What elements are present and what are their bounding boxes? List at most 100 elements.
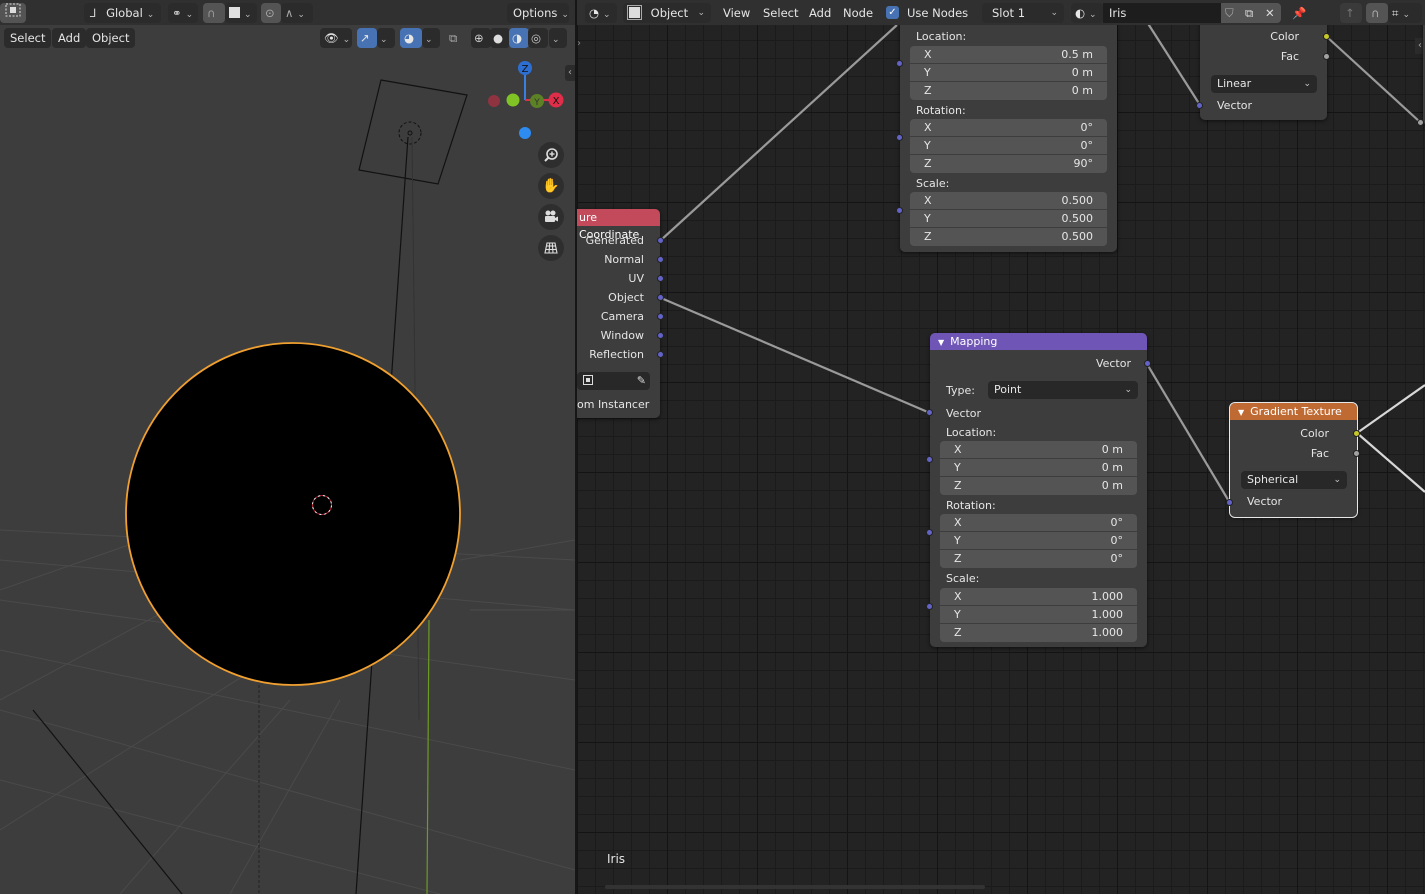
pin-icon[interactable]: 📌 — [1288, 3, 1310, 23]
duplicate-material-icon[interactable]: ⧉ — [1241, 3, 1261, 23]
socket-vector-input[interactable] — [1226, 499, 1233, 506]
camera-view-icon[interactable] — [538, 204, 564, 230]
proportional-editing-icon[interactable]: ⊙ — [261, 3, 281, 23]
menu-add[interactable]: Add — [52, 28, 87, 48]
socket-reflection[interactable] — [657, 351, 664, 358]
socket-offscreen-input[interactable] — [1417, 119, 1424, 126]
socket-normal[interactable] — [657, 256, 664, 263]
socket-location-input[interactable] — [896, 60, 903, 67]
rotation-x-field[interactable]: X 0° — [940, 514, 1137, 532]
parent-node-tree-icon[interactable]: ↑ — [1340, 3, 1362, 23]
socket-uv[interactable] — [657, 275, 664, 282]
shader-node-editor[interactable]: › ‹ ure Coordinate Generated Normal UV O… — [577, 0, 1425, 894]
socket-rotation-input[interactable] — [896, 134, 903, 141]
material-name-field[interactable]: Iris — [1103, 3, 1221, 23]
overlays-dropdown[interactable]: ⌄ — [422, 28, 440, 48]
xray-toggle-icon[interactable]: ⧉ — [446, 28, 466, 48]
location-x-field[interactable]: X 0.5 m — [910, 46, 1107, 64]
material-shading-icon[interactable]: ◑ — [509, 28, 529, 48]
menu-select[interactable]: Select — [4, 28, 52, 48]
socket-location-input[interactable] — [926, 456, 933, 463]
socket-camera[interactable] — [657, 313, 664, 320]
snap-target-dropdown[interactable]: ⌄ — [225, 3, 257, 23]
unlink-material-close-icon[interactable]: ✕ — [1261, 3, 1281, 23]
toolbar-toggle-icon[interactable]: › — [577, 38, 587, 54]
gizmo-dropdown[interactable]: ⌄ — [377, 28, 395, 48]
zoom-icon[interactable] — [538, 142, 564, 168]
from-instancer-checkbox-label[interactable]: om Instancer — [577, 398, 649, 411]
overlays-toggle-icon[interactable]: ◕ — [400, 28, 422, 48]
slot-dropdown[interactable]: Slot 1 ⌄ — [982, 3, 1064, 23]
socket-vector-output[interactable] — [1144, 360, 1151, 367]
eyedropper-icon[interactable]: ✎ — [637, 372, 646, 390]
location-z-field[interactable]: Z0 m — [940, 477, 1137, 495]
scale-y-field[interactable]: Y 1.000 — [940, 606, 1137, 624]
gradient-type-dropdown[interactable]: Spherical ⌄ — [1241, 471, 1347, 489]
socket-fac-output[interactable] — [1353, 450, 1360, 457]
pivot-point-dropdown[interactable]: ⚭ ⌄ — [168, 3, 198, 23]
shader-type-dropdown[interactable]: Object ⌄ — [623, 3, 711, 23]
socket-rotation-input[interactable] — [926, 529, 933, 536]
location-z-field[interactable]: Z0 m — [910, 82, 1107, 100]
socket-window[interactable] — [657, 332, 664, 339]
browse-material-dropdown[interactable]: ◐ ⌄ — [1071, 3, 1103, 23]
area-divider[interactable] — [575, 0, 577, 894]
shader-editor-icon: ◔ — [589, 6, 600, 20]
menu-select[interactable]: Select — [757, 3, 804, 23]
socket-color-output[interactable] — [1323, 33, 1330, 40]
scale-y-field[interactable]: Y 0.500 — [910, 210, 1107, 228]
fake-user-shield-icon[interactable]: ⛉ — [1221, 3, 1241, 23]
rendered-shading-icon[interactable]: ◎ — [528, 28, 548, 48]
mapping-type-dropdown[interactable]: Point ⌄ — [988, 381, 1138, 399]
socket-scale-input[interactable] — [896, 207, 903, 214]
scale-z-field[interactable]: Z 1.000 — [940, 624, 1137, 642]
options-dropdown[interactable]: Options ⌄ — [507, 3, 569, 23]
use-nodes-checkbox[interactable]: ✓ — [886, 6, 899, 19]
scale-x-field[interactable]: X 0.500 — [910, 192, 1107, 210]
object-picker-field[interactable]: ✎ — [577, 372, 650, 390]
ortho-grid-icon[interactable] — [538, 235, 564, 261]
gradient-type-dropdown[interactable]: Linear ⌄ — [1211, 75, 1317, 93]
visibility-dropdown[interactable]: 👁 ⌄ — [320, 28, 352, 48]
rotation-y-field[interactable]: Y 0° — [910, 137, 1107, 155]
texture-coordinate-node[interactable]: ure Coordinate Generated Normal UV Objec… — [577, 209, 660, 418]
rotation-z-field[interactable]: Z 0° — [940, 550, 1137, 568]
menu-object[interactable]: Object — [86, 28, 136, 48]
socket-object[interactable] — [657, 294, 664, 301]
snap-element-dropdown[interactable]: ⌗ ⌄ — [1388, 3, 1422, 23]
socket-vector-input[interactable] — [1196, 102, 1203, 109]
sidebar-toggle-icon[interactable]: ‹ — [565, 65, 575, 81]
3d-viewport[interactable]: Z X Y ✋ ‹ ⅃ Global ⌄ ⚭ ⌄ ∩ ⌄ ⊙ ∧ ⌄ Option — [0, 0, 575, 894]
snap-magnet-icon[interactable]: ∩ — [203, 3, 225, 23]
scale-x-field[interactable]: X 1.000 — [940, 588, 1137, 606]
transform-orientation-dropdown[interactable]: ⅃ Global ⌄ — [84, 3, 161, 23]
rotation-x-field[interactable]: X 0° — [910, 119, 1107, 137]
gradient-texture-node[interactable]: ▼ Gradient Texture Color Fac Spherical ⌄ V… — [1229, 402, 1358, 518]
falloff-dropdown[interactable]: ∧ ⌄ — [281, 3, 313, 23]
socket-fac-output[interactable] — [1323, 53, 1330, 60]
socket-scale-input[interactable] — [926, 603, 933, 610]
menu-node[interactable]: Node — [837, 3, 879, 23]
socket-generated[interactable] — [657, 237, 664, 244]
socket-color-output[interactable] — [1353, 430, 1360, 437]
editor-type-dropdown[interactable]: ◔ ⌄ — [585, 3, 617, 23]
select-box-icon[interactable] — [0, 3, 26, 23]
rotation-y-field[interactable]: Y 0° — [940, 532, 1137, 550]
mapping-node-top[interactable]: Location: X 0.5 m Y0 m Z0 m Rotation: X 0°… — [900, 0, 1117, 252]
solid-shading-icon[interactable]: ● — [490, 28, 510, 48]
shading-dropdown[interactable]: ⌄ — [549, 28, 567, 48]
rotation-z-field[interactable]: Z 90° — [910, 155, 1107, 173]
mapping-node[interactable]: ▼ Mapping Vector Type: Point ⌄ Vector Loca… — [930, 333, 1147, 647]
location-x-field[interactable]: X0 m — [940, 441, 1137, 459]
scale-z-field[interactable]: Z 0.500 — [910, 228, 1107, 246]
pan-hand-icon[interactable]: ✋ — [538, 173, 564, 199]
menu-add[interactable]: Add — [803, 3, 837, 23]
menu-view[interactable]: View — [717, 3, 756, 23]
location-y-field[interactable]: Y0 m — [940, 459, 1137, 477]
wireframe-shading-icon[interactable]: ⊕ — [471, 28, 491, 48]
horizontal-scrollbar[interactable] — [605, 885, 985, 889]
gizmo-toggle-icon[interactable]: ↗ — [357, 28, 377, 48]
snap-magnet-icon[interactable]: ∩ — [1366, 3, 1388, 23]
socket-vector-input[interactable] — [926, 409, 933, 416]
location-y-field[interactable]: Y0 m — [910, 64, 1107, 82]
